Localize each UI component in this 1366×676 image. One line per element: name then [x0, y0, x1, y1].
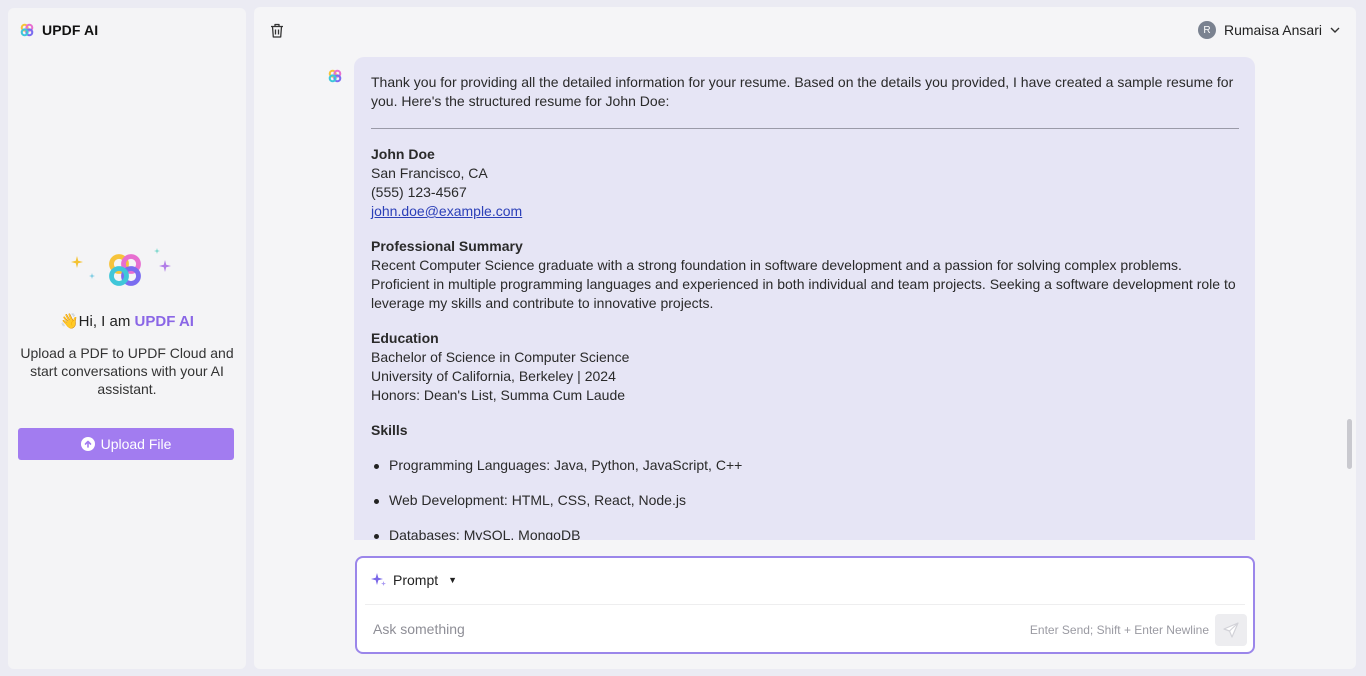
ask-input[interactable]	[373, 618, 1013, 640]
education-line: Honors: Dean's List, Summa Cum Laude	[371, 387, 626, 403]
welcome-panel: 👋Hi, I am UPDF AI Upload a PDF to UPDF C…	[8, 248, 246, 398]
list-item: Programming Languages: Java, Python, Jav…	[371, 456, 1239, 475]
sparkle-icon	[71, 256, 83, 268]
list-item: Databases: MySQL, MongoDB	[371, 526, 1239, 540]
updf-logo-icon	[328, 69, 342, 83]
hero-illustration	[67, 248, 187, 298]
section-heading: Professional Summary	[371, 238, 523, 254]
summary-section: Professional Summary Recent Computer Sci…	[371, 237, 1239, 313]
composer-divider	[365, 604, 1245, 605]
delete-chat-button[interactable]	[270, 23, 284, 43]
trash-icon	[271, 23, 283, 38]
greeting: 👋Hi, I am UPDF AI	[8, 312, 246, 330]
section-heading: Skills	[371, 422, 408, 438]
greeting-brand: UPDF AI	[134, 313, 194, 330]
prompt-selector[interactable]: Prompt ▼	[371, 572, 457, 588]
resume-name: John Doe	[371, 146, 435, 162]
assistant-avatar	[328, 69, 342, 88]
welcome-description: Upload a PDF to UPDF Cloud and start con…	[20, 345, 234, 397]
resume-phone: (555) 123-4567	[371, 184, 467, 200]
message-intro: Thank you for providing all the detailed…	[371, 74, 1234, 109]
send-icon	[1223, 622, 1239, 638]
updf-logo-icon	[20, 23, 34, 37]
brand: UPDF AI	[20, 22, 98, 38]
chat-scrollbar[interactable]	[1347, 419, 1352, 469]
user-name: Rumaisa Ansari	[1223, 22, 1322, 38]
resume-email-link[interactable]: john.doe@example.com	[371, 203, 522, 219]
section-heading: Education	[371, 330, 439, 346]
composer: Prompt ▼ Enter Send; Shift + Enter Newli…	[355, 556, 1255, 654]
chat-history[interactable]: Thank you for providing all the detailed…	[254, 57, 1356, 540]
prompt-label: Prompt	[393, 572, 439, 588]
chevron-down-icon	[1330, 27, 1340, 33]
sparkle-icon	[154, 248, 160, 254]
skills-section: Skills Programming Languages: Java, Pyth…	[371, 421, 1239, 540]
sparkle-icon	[159, 260, 171, 272]
education-line: Bachelor of Science in Computer Science	[371, 349, 630, 365]
resume-location: San Francisco, CA	[371, 165, 488, 181]
sparkle-icon	[89, 273, 95, 279]
chat-panel: R Rumaisa Ansari Thank you for providing…	[254, 7, 1356, 669]
upload-file-button[interactable]: Upload File	[18, 428, 234, 460]
summary-text: Recent Computer Science graduate with a …	[371, 257, 1236, 311]
caret-down-icon: ▼	[448, 575, 458, 585]
user-menu[interactable]: R Rumaisa Ansari	[1197, 21, 1340, 39]
updf-logo-icon	[109, 254, 141, 286]
contact-section: John Doe San Francisco, CA (555) 123-456…	[371, 145, 1239, 221]
greeting-text: 👋Hi, I am	[60, 313, 131, 330]
assistant-message: Thank you for providing all the detailed…	[354, 57, 1255, 540]
avatar: R	[1197, 21, 1216, 39]
education-section: Education Bachelor of Science in Compute…	[371, 329, 1239, 405]
skills-list: Programming Languages: Java, Python, Jav…	[371, 456, 1239, 540]
upload-file-label: Upload File	[100, 436, 172, 452]
send-button[interactable]	[1215, 614, 1247, 646]
keyboard-hint: Enter Send; Shift + Enter Newline	[1029, 623, 1209, 637]
sparkle-icon	[371, 573, 386, 586]
divider	[371, 128, 1239, 129]
education-line: University of California, Berkeley | 202…	[371, 368, 616, 384]
list-item: Web Development: HTML, CSS, React, Node.…	[371, 491, 1239, 510]
upload-icon	[80, 437, 95, 451]
sidebar: UPDF AI 👋Hi, I am UPDF AI Upload a PDF t…	[8, 8, 246, 669]
brand-name: UPDF AI	[42, 22, 99, 38]
